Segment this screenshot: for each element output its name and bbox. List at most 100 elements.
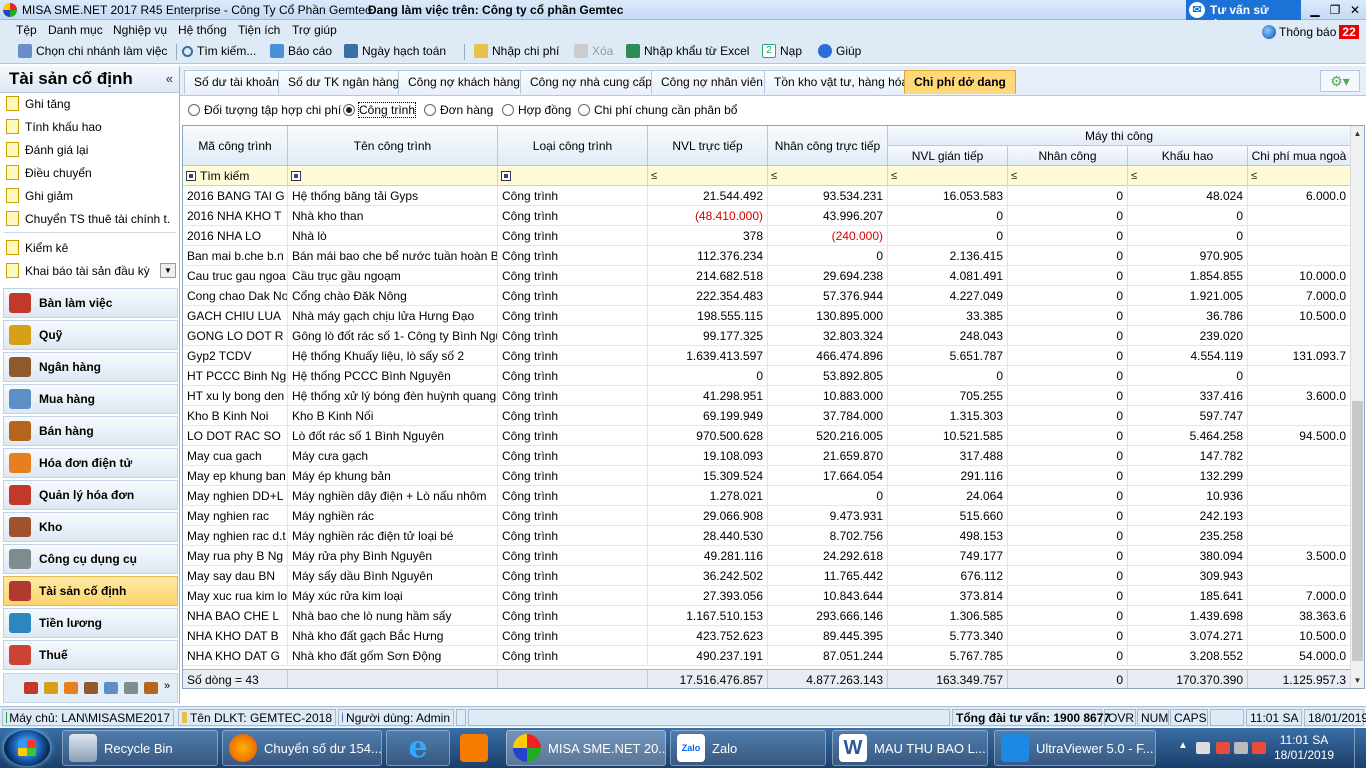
- cell-indirect-material[interactable]: 33.385: [888, 306, 1008, 326]
- cell-purchased[interactable]: [1248, 526, 1351, 546]
- cell-type[interactable]: Công trình: [498, 466, 648, 486]
- cell-type[interactable]: Công trình: [498, 546, 648, 566]
- cell-direct-labor[interactable]: 0: [768, 246, 888, 266]
- cell-name[interactable]: Cổng chào Đăk Nông: [288, 286, 498, 306]
- nav-warehouse[interactable]: Kho: [3, 512, 178, 542]
- accounting-date-button[interactable]: Ngày hạch toán: [344, 44, 446, 58]
- cell-name[interactable]: Máy sấy dầu Bình Nguyên: [288, 566, 498, 586]
- cell-purchased[interactable]: 10.500.0: [1248, 626, 1351, 646]
- col-header-purchased[interactable]: Chi phí mua ngoà: [1248, 146, 1351, 166]
- cell-type[interactable]: Công trình: [498, 486, 648, 506]
- sidebar-item-finance-lease[interactable]: Chuyển TS thuê tài chính t...: [6, 211, 171, 226]
- table-row[interactable]: HT PCCC Binh Ng Hệ thống PCCC Bình Nguyên…: [183, 366, 1351, 386]
- cell-name[interactable]: Hệ thống PCCC Bình Nguyên: [288, 366, 498, 386]
- cell-indirect-material[interactable]: 4.227.049: [888, 286, 1008, 306]
- cell-purchased[interactable]: 54.000.0: [1248, 646, 1351, 666]
- cell-indirect-material[interactable]: 248.043: [888, 326, 1008, 346]
- sidebar-item-increase[interactable]: Ghi tăng: [6, 96, 171, 111]
- cell-type[interactable]: Công trình: [498, 266, 648, 286]
- col-header-indirect-material[interactable]: NVL gián tiếp: [888, 146, 1008, 166]
- cell-depreciation[interactable]: 337.416: [1128, 386, 1248, 406]
- maximize-icon[interactable]: ❐: [1326, 2, 1344, 18]
- table-row[interactable]: HT xu ly bong den Hệ thống xử lý bóng đèn…: [183, 386, 1351, 406]
- cell-type[interactable]: Công trình: [498, 306, 648, 326]
- cell-type[interactable]: Công trình: [498, 566, 648, 586]
- filter-labor[interactable]: ≤: [768, 166, 888, 186]
- cell-purchased[interactable]: 3.600.0: [1248, 386, 1351, 406]
- cell-direct-labor[interactable]: 21.659.870: [768, 446, 888, 466]
- cell-depreciation[interactable]: 3.208.552: [1128, 646, 1248, 666]
- cell-machine-labor[interactable]: 0: [1008, 346, 1128, 366]
- cell-code[interactable]: GACH CHIU LUA: [183, 306, 288, 326]
- cell-depreciation[interactable]: 48.024: [1128, 186, 1248, 206]
- nav-bank[interactable]: Ngân hàng: [3, 352, 178, 382]
- menu-help[interactable]: Trợ giúp: [292, 23, 337, 37]
- taskbar-ultraviewer[interactable]: UltraViewer 5.0 - F...: [994, 730, 1156, 766]
- cell-name[interactable]: Kho B Kinh Nối: [288, 406, 498, 426]
- cell-depreciation[interactable]: 242.193: [1128, 506, 1248, 526]
- filter-depreciation[interactable]: ≤: [1128, 166, 1248, 186]
- cell-type[interactable]: Công trình: [498, 446, 648, 466]
- cell-type[interactable]: Công trình: [498, 326, 648, 346]
- cell-purchased[interactable]: 10.000.0: [1248, 266, 1351, 286]
- radio-cost-object[interactable]: Đối tượng tập hợp chi phí: [188, 103, 341, 117]
- table-row[interactable]: 2016 BANG TAI G Hệ thống băng tải Gyps Côn…: [183, 186, 1351, 206]
- cell-code[interactable]: May nghien rac d.t: [183, 526, 288, 546]
- cell-depreciation[interactable]: 239.020: [1128, 326, 1248, 346]
- shortcut-icon[interactable]: [104, 682, 118, 694]
- cell-depreciation[interactable]: 4.554.119: [1128, 346, 1248, 366]
- cell-direct-material[interactable]: 29.066.908: [648, 506, 768, 526]
- cell-type[interactable]: Công trình: [498, 526, 648, 546]
- cell-purchased[interactable]: [1248, 566, 1351, 586]
- table-row[interactable]: May xuc rua kim lo Máy xúc rửa kim loại Cô…: [183, 586, 1351, 606]
- nav-einvoice[interactable]: Hóa đơn điện tử: [3, 448, 178, 478]
- cell-depreciation[interactable]: 1.921.005: [1128, 286, 1248, 306]
- cell-name[interactable]: Nhà máy gạch chịu lửa Hưng Đạo: [288, 306, 498, 326]
- col-header-depreciation[interactable]: Khấu hao: [1128, 146, 1248, 166]
- cell-machine-labor[interactable]: 0: [1008, 646, 1128, 666]
- cell-type[interactable]: Công trình: [498, 206, 648, 226]
- shortcut-icon[interactable]: [64, 682, 78, 694]
- tab-supplier-debt[interactable]: Công nợ nhà cung cấp: [520, 70, 662, 94]
- filter-purchased[interactable]: ≤: [1248, 166, 1351, 186]
- nav-tools[interactable]: Công cụ dụng cụ: [3, 544, 178, 574]
- taskbar-firefox[interactable]: Chuyển số dư 154...: [222, 730, 382, 766]
- cell-type[interactable]: Công trình: [498, 626, 648, 646]
- menu-file[interactable]: Tệp: [16, 23, 37, 37]
- cell-name[interactable]: Máy nghiền rác: [288, 506, 498, 526]
- cell-depreciation[interactable]: 0: [1128, 226, 1248, 246]
- cell-direct-labor[interactable]: (240.000): [768, 226, 888, 246]
- shortcut-icon[interactable]: [144, 682, 158, 694]
- cell-type[interactable]: Công trình: [498, 606, 648, 626]
- table-row[interactable]: LO DOT RAC SO Lò đốt rác số 1 Bình Nguyên…: [183, 426, 1351, 446]
- reload-button[interactable]: 2 Nạp: [762, 44, 802, 58]
- cell-direct-labor[interactable]: 11.765.442: [768, 566, 888, 586]
- cell-direct-material[interactable]: 1.167.510.153: [648, 606, 768, 626]
- cell-code[interactable]: 2016 NHA KHO T: [183, 206, 288, 226]
- cell-direct-material[interactable]: 99.177.325: [648, 326, 768, 346]
- taskbar-media[interactable]: [442, 730, 506, 766]
- cell-indirect-material[interactable]: 705.255: [888, 386, 1008, 406]
- table-row[interactable]: May ep khung ban Máy ép khung bản Công trì…: [183, 466, 1351, 486]
- cell-code[interactable]: Cong chao Dak No: [183, 286, 288, 306]
- import-excel-button[interactable]: Nhập khẩu từ Excel: [626, 44, 749, 58]
- filter-type[interactable]: [498, 166, 648, 186]
- table-row[interactable]: 2016 NHA LO Nhà lò Công trình 378 (240.000) 0…: [183, 226, 1351, 246]
- cell-direct-material[interactable]: 378: [648, 226, 768, 246]
- cell-direct-material[interactable]: (48.410.000): [648, 206, 768, 226]
- cell-purchased[interactable]: 6.000.0: [1248, 186, 1351, 206]
- cell-direct-material[interactable]: 15.309.524: [648, 466, 768, 486]
- cell-purchased[interactable]: 3.500.0: [1248, 546, 1351, 566]
- cell-direct-material[interactable]: 198.555.115: [648, 306, 768, 326]
- cell-depreciation[interactable]: 597.747: [1128, 406, 1248, 426]
- cell-direct-labor[interactable]: 8.702.756: [768, 526, 888, 546]
- cell-type[interactable]: Công trình: [498, 246, 648, 266]
- radio-contract[interactable]: Hợp đồng: [502, 103, 571, 117]
- cell-type[interactable]: Công trình: [498, 406, 648, 426]
- cell-code[interactable]: May say dau BN: [183, 566, 288, 586]
- cell-type[interactable]: Công trình: [498, 226, 648, 246]
- gear-icon[interactable]: ⚙▾: [1320, 70, 1360, 92]
- notification-button[interactable]: Thông báo 22: [1262, 25, 1359, 39]
- cell-direct-material[interactable]: 112.376.234: [648, 246, 768, 266]
- cell-purchased[interactable]: 7.000.0: [1248, 286, 1351, 306]
